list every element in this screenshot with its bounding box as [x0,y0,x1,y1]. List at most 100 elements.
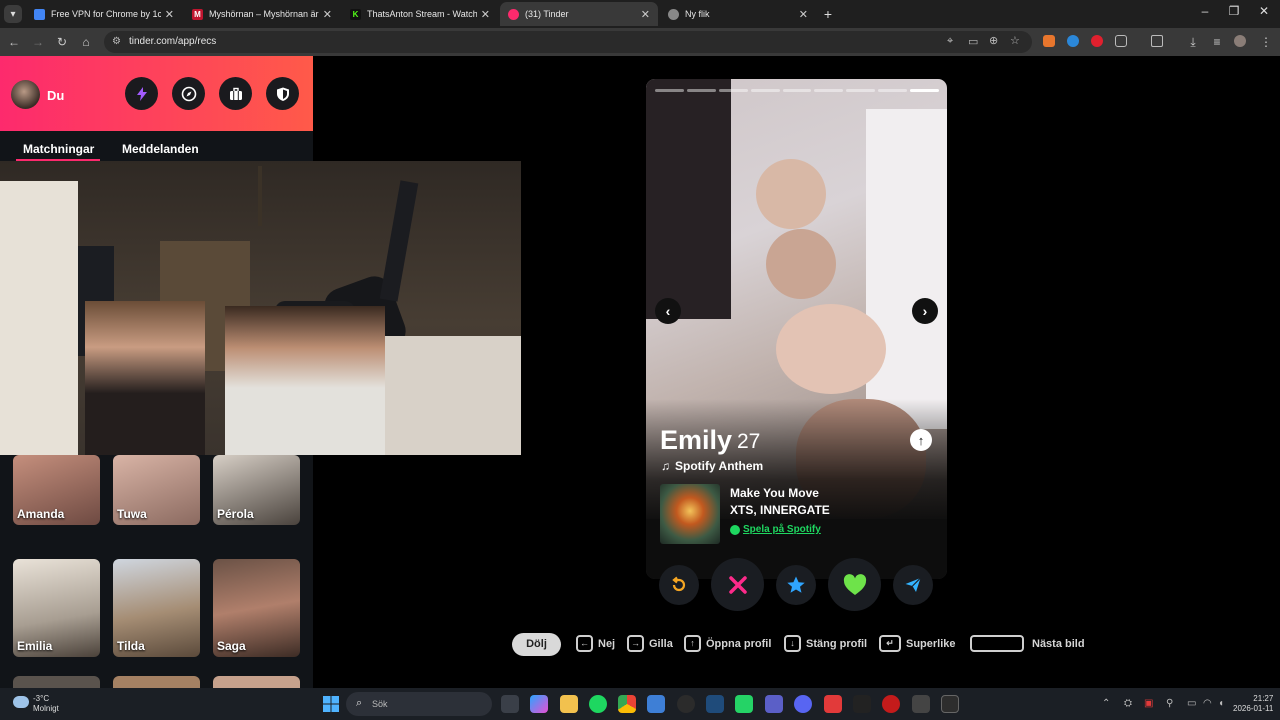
pen-app-icon[interactable] [912,695,930,713]
close-tab-icon[interactable]: ✕ [165,8,174,21]
next-photo-button[interactable]: › [912,298,938,324]
opera-extension-icon[interactable] [1091,35,1103,47]
match-name: Emilia [17,639,53,653]
rewind-button[interactable] [659,565,699,605]
weather-widget[interactable]: -3°C Molnigt [33,694,59,714]
tinder-favicon-icon [508,8,519,20]
metamask-extension-icon[interactable] [1043,35,1055,47]
avatar[interactable] [11,80,40,109]
profile-card[interactable]: ‹ › Emily 27 ↑ ♫ Spotify Anthem Make You … [646,79,947,579]
tab-myshornan[interactable]: M Myshörnan – Myshörnan är sam ✕ [184,2,340,26]
chrome-app-icon[interactable] [618,695,636,713]
user-name[interactable]: Du [47,88,64,103]
media-app-icon[interactable] [824,695,842,713]
browser-menu-icon[interactable]: ⋮ [1258,34,1274,50]
tab-matches[interactable]: Matchningar [23,142,94,156]
space-key-icon [970,635,1024,652]
match-card-tilda[interactable]: Tilda [113,559,200,657]
windows-start-icon[interactable] [322,695,340,713]
match-card-emilia[interactable]: Emilia [13,559,100,657]
volume-icon[interactable]: ◖ [1218,698,1224,709]
portfolio-button[interactable] [219,77,252,110]
prev-photo-button[interactable]: ‹ [655,298,681,324]
match-card-tuwa[interactable]: Tuwa [113,455,200,525]
match-card-perola[interactable]: Pérola [213,455,300,525]
home-icon[interactable]: ⌂ [78,34,94,50]
file-explorer-icon[interactable] [560,695,578,713]
tab-messages[interactable]: Meddelanden [122,142,199,156]
tab-new-tab[interactable]: Ny flik ✕ [660,2,816,26]
media-control-icon[interactable] [1151,35,1163,47]
task-view-icon[interactable] [501,695,519,713]
tray-chevron-icon[interactable]: ⌃ [1102,698,1110,709]
whatsapp-icon[interactable] [735,695,753,713]
discord-icon[interactable] [794,695,812,713]
new-tab-icon[interactable]: + [820,6,836,22]
match-card-partial[interactable] [113,676,200,688]
browser-toolbar: ← → ↻ ⌂ ⚙ tinder.com/app/recs ⌖ ▭ ⊕ ☆ ⤓ … [0,28,1280,56]
reload-icon[interactable]: ↻ [54,34,70,50]
match-name: Amanda [17,507,65,521]
close-window-icon[interactable]: ✕ [1249,4,1279,18]
boost-send-button[interactable] [893,565,933,605]
shield-icon [276,87,289,101]
superlike-button[interactable] [776,565,816,605]
spotify-icon [730,525,740,535]
extensions-puzzle-icon[interactable] [1115,35,1127,47]
match-card-saga[interactable]: Saga [213,559,300,657]
zoom-icon[interactable]: ⊕ [989,34,998,47]
match-card-partial[interactable] [13,676,100,688]
copilot-icon[interactable] [530,695,548,713]
downloads-icon[interactable]: ⤓ [1185,34,1201,50]
tab-tinder[interactable]: (31) Tinder ✕ [500,2,658,26]
github-icon[interactable] [677,695,695,713]
tray-app-icon[interactable]: ⛭ [1124,698,1132,709]
bookmark-star-icon[interactable]: ☆ [1010,34,1020,47]
site-info-icon[interactable]: ⚙ [112,36,121,47]
like-button[interactable] [828,558,881,611]
spotify-app-icon[interactable] [589,695,607,713]
taskbar-search[interactable]: ⌕ Sök [346,692,492,716]
match-card-amanda[interactable]: Amanda [13,455,100,525]
close-tab-icon[interactable]: ✕ [641,8,650,21]
match-card-partial[interactable] [213,676,300,688]
tab-search-button[interactable]: ▾ [4,5,22,23]
explore-button[interactable] [172,77,205,110]
minimize-icon[interactable]: – [1190,4,1220,18]
string-lights [258,166,262,226]
tray-display-icon[interactable]: ▭ [1187,698,1196,709]
record-app-icon[interactable] [882,695,900,713]
tray-app-icon[interactable]: ▣ [1144,698,1153,709]
address-bar[interactable]: ⚙ tinder.com/app/recs ⌖ ▭ ⊕ ☆ [104,31,1032,53]
back-icon[interactable]: ← [6,34,22,50]
forward-icon[interactable]: → [30,34,46,50]
window-app-icon[interactable] [647,695,665,713]
teams-icon[interactable] [765,695,783,713]
reading-list-icon[interactable]: ≡ [1209,34,1225,50]
maximize-icon[interactable]: ❐ [1219,4,1249,18]
close-tab-icon[interactable]: ✕ [323,8,332,21]
nope-button[interactable] [711,558,764,611]
spotify-link[interactable]: Spela på Spotify [743,524,821,535]
tab-vpn[interactable]: Free VPN for Chrome by 1clickV ✕ [26,2,182,26]
location-icon[interactable]: ⌖ [947,35,953,48]
close-tab-icon[interactable]: ✕ [799,8,808,21]
tab-kick-stream[interactable]: K ThatsAnton Stream - Watch Liv ✕ [342,2,498,26]
vpn-extension-icon[interactable] [1067,35,1079,47]
profile-avatar-icon[interactable] [1234,35,1246,47]
safety-button[interactable] [266,77,299,110]
close-tab-icon[interactable]: ✕ [481,8,490,21]
taskbar-clock[interactable]: 21:27 2026-01-11 [1233,694,1273,714]
vpn-favicon-icon [34,8,45,20]
open-profile-button[interactable]: ↑ [910,429,932,451]
steam-icon[interactable] [706,695,724,713]
capcut-icon[interactable] [853,695,871,713]
tab-title: Free VPN for Chrome by 1clickV [51,9,161,19]
tray-app-icon[interactable]: ⚲ [1166,698,1173,709]
hide-shortcuts-button[interactable]: Dölj [512,633,561,656]
boost-button[interactable] [125,77,158,110]
cast-icon[interactable]: ▭ [968,35,978,48]
terminal-icon[interactable] [941,695,959,713]
profile-age: 27 [737,430,761,453]
wifi-icon[interactable]: ◠ [1203,698,1212,709]
